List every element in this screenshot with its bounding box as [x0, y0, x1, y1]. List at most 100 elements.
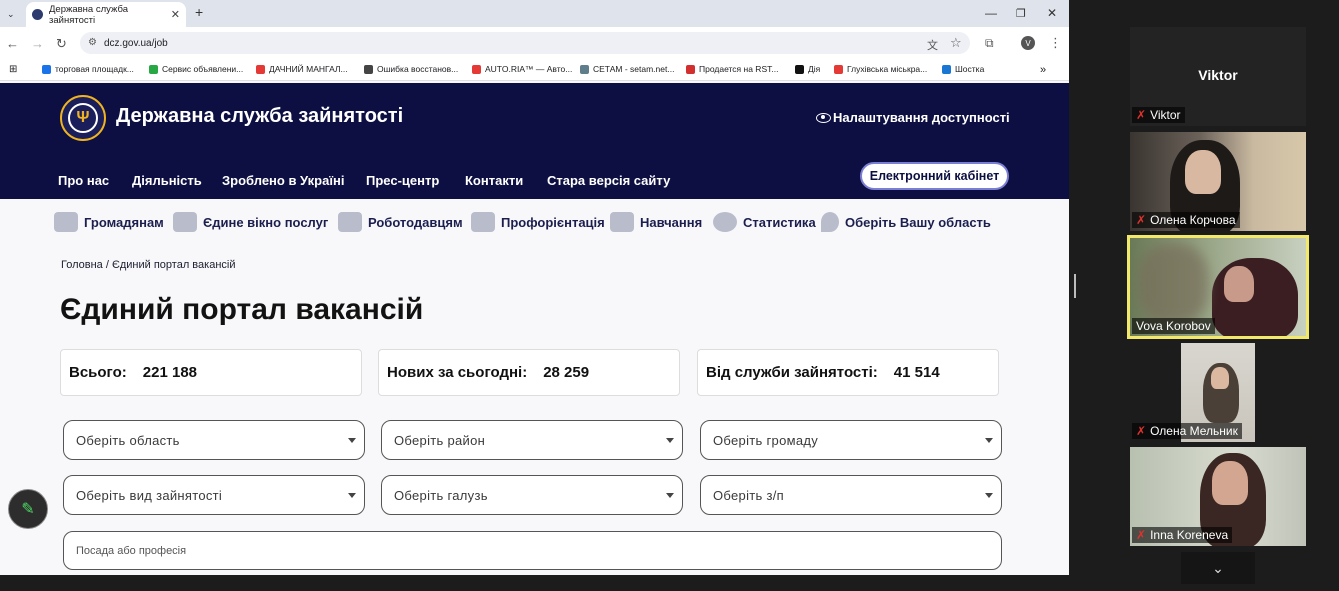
bookmark-icon	[795, 64, 804, 74]
caret-down-icon	[985, 493, 993, 498]
nav-press-center[interactable]: Прес-центр	[366, 173, 439, 188]
url-text: dcz.gov.ua/job	[104, 37, 168, 49]
category-citizens[interactable]: Громадянам	[54, 212, 164, 232]
extensions-icon[interactable]: ⧉	[985, 36, 994, 51]
nav-contacts[interactable]: Контакти	[465, 173, 523, 188]
bookmark-icon	[42, 64, 51, 74]
site-favicon-icon	[32, 9, 43, 20]
reload-icon[interactable]: ↻	[56, 36, 67, 52]
nav-activity[interactable]: Діяльність	[132, 173, 202, 188]
caret-down-icon	[985, 438, 993, 443]
service-window-icon	[173, 212, 197, 232]
participant-tile-olena-melnyk[interactable]: ✗ Олена Мельник	[1130, 343, 1306, 442]
position-input[interactable]: Посада або професія	[63, 531, 1002, 570]
chevron-down-icon: ⌄	[1212, 559, 1224, 576]
nav-made-in-ukraine[interactable]: Зроблено в Україні	[222, 173, 344, 188]
tab-title: Державна служба зайнятості	[49, 3, 128, 26]
stat-total: Всього: 221 188	[60, 349, 362, 396]
bookmark-3[interactable]: Ошибка восстанов...	[364, 64, 458, 74]
bookmark-6[interactable]: Продается на RST...	[686, 64, 778, 74]
panel-resize-handle[interactable]	[1074, 274, 1076, 298]
electronic-cabinet-button[interactable]: Електронний кабінет	[860, 162, 1009, 190]
participant-name-label: ✗ Viktor	[1132, 107, 1185, 123]
building-icon	[338, 212, 362, 232]
site-info-icon[interactable]: ⚙	[88, 37, 97, 48]
site-title[interactable]: Державна служба зайнятості	[116, 105, 403, 128]
bookmark-icon	[472, 64, 481, 74]
caret-down-icon	[348, 438, 356, 443]
category-career-guidance[interactable]: Профорієнтація	[471, 212, 605, 232]
bookmark-8[interactable]: Глухівська міськра...	[834, 64, 927, 74]
bookmark-2[interactable]: ДАЧНИЙ МАНГАЛ...	[256, 64, 348, 74]
bookmark-4[interactable]: AUTO.RIA™ — Авто...	[472, 64, 572, 74]
employment-type-select[interactable]: Оберіть вид зайнятості	[63, 475, 365, 515]
back-icon[interactable]: ←	[6, 36, 19, 51]
browser-window: ⌄ Державна служба зайнятості ✕ + — ❐ ✕ ←…	[0, 0, 1069, 575]
close-window-button[interactable]: ✕	[1047, 7, 1057, 19]
new-tab-button[interactable]: +	[195, 5, 203, 19]
category-choose-region[interactable]: Оберіть Вашу область	[821, 212, 991, 232]
bookmark-9[interactable]: Шостка	[942, 64, 984, 74]
zoom-bottom-bar	[0, 575, 1069, 591]
menu-icon[interactable]: ⋮	[1049, 35, 1062, 51]
pencil-icon[interactable]: ✎	[8, 489, 48, 529]
industry-select[interactable]: Оберіть галузь	[381, 475, 683, 515]
stat-from-service: Від служби зайнятості: 41 514	[697, 349, 999, 396]
accessibility-settings-button[interactable]: Налаштування доступності	[816, 110, 1010, 125]
address-bar[interactable]: ⚙ dcz.gov.ua/job	[80, 32, 970, 54]
district-select[interactable]: Оберіть район	[381, 420, 683, 460]
nav-old-site[interactable]: Стара версія сайту	[547, 173, 670, 188]
bookmark-7[interactable]: Дія	[795, 64, 820, 74]
mic-muted-icon: ✗	[1136, 424, 1147, 438]
scroll-down-button[interactable]: ⌄	[1181, 552, 1255, 584]
salary-select[interactable]: Оберіть з/п	[700, 475, 1002, 515]
bookmark-icon	[686, 64, 695, 74]
caret-down-icon	[666, 438, 674, 443]
participant-name-label: ✗ Inna Koreneva	[1132, 527, 1233, 543]
forward-icon[interactable]: →	[31, 36, 44, 51]
graduation-cap-icon	[610, 212, 634, 232]
participant-name-label: ✗ Олена Мельник	[1132, 423, 1242, 439]
people-icon	[54, 212, 78, 232]
category-education[interactable]: Навчання	[610, 212, 702, 232]
mic-muted-icon: ✗	[1136, 108, 1147, 122]
nav-about[interactable]: Про нас	[58, 173, 109, 188]
bookmark-1[interactable]: Сервис объявлени...	[149, 64, 243, 74]
category-employers[interactable]: Роботодавцям	[338, 212, 463, 232]
bookmark-icon	[834, 64, 843, 74]
tab-close-icon[interactable]: ✕	[171, 8, 180, 21]
bookmark-icon	[580, 64, 589, 74]
stat-new-today: Нових за сьогодні: 28 259	[378, 349, 680, 396]
participant-tile-inna-koreneva[interactable]: ✗ Inna Koreneva	[1130, 447, 1306, 546]
minimize-button[interactable]: —	[985, 7, 997, 19]
community-select[interactable]: Оберіть громаду	[700, 420, 1002, 460]
bookmark-star-icon[interactable]: ☆	[950, 35, 962, 51]
more-bookmarks-icon[interactable]: »	[1040, 64, 1046, 76]
category-statistics[interactable]: Статистика	[713, 212, 816, 232]
tab-search-icon[interactable]: ⌄	[7, 8, 15, 20]
apps-icon[interactable]: ⊞	[9, 64, 17, 75]
translate-icon[interactable]: 文	[927, 37, 938, 53]
bookmark-icon	[364, 64, 373, 74]
person-book-icon	[471, 212, 495, 232]
participant-face	[1212, 461, 1248, 505]
site-logo-icon[interactable]: Ψ	[60, 95, 106, 141]
eye-icon	[816, 112, 831, 123]
location-pin-icon	[821, 212, 839, 232]
participant-tile-olena-korchova[interactable]: ✗ Олена Корчова	[1130, 132, 1306, 231]
pie-chart-icon	[713, 212, 737, 232]
participant-tile-vova-korobov[interactable]: Vova Korobov	[1127, 235, 1309, 339]
category-single-window[interactable]: Єдине вікно послуг	[173, 212, 328, 232]
participant-tile-viktor[interactable]: Viktor ✗ Viktor	[1130, 27, 1306, 126]
participant-name-label: Vova Korobov	[1132, 318, 1215, 334]
breadcrumb[interactable]: Головна / Єдиний портал вакансій	[61, 259, 235, 271]
bookmark-0[interactable]: торговая площадк...	[42, 64, 134, 74]
bookmarks-bar: ⊞ торговая площадк... Сервис объявлени..…	[0, 57, 1069, 81]
bookmark-icon	[942, 64, 951, 74]
tab-dcz[interactable]: Державна служба зайнятості ✕	[26, 2, 186, 27]
bookmark-5[interactable]: СЕТАМ - setam.net...	[580, 64, 674, 74]
maximize-button[interactable]: ❐	[1016, 8, 1026, 20]
region-select[interactable]: Оберіть область	[63, 420, 365, 460]
profile-avatar[interactable]: V	[1021, 36, 1035, 50]
caret-down-icon	[666, 493, 674, 498]
